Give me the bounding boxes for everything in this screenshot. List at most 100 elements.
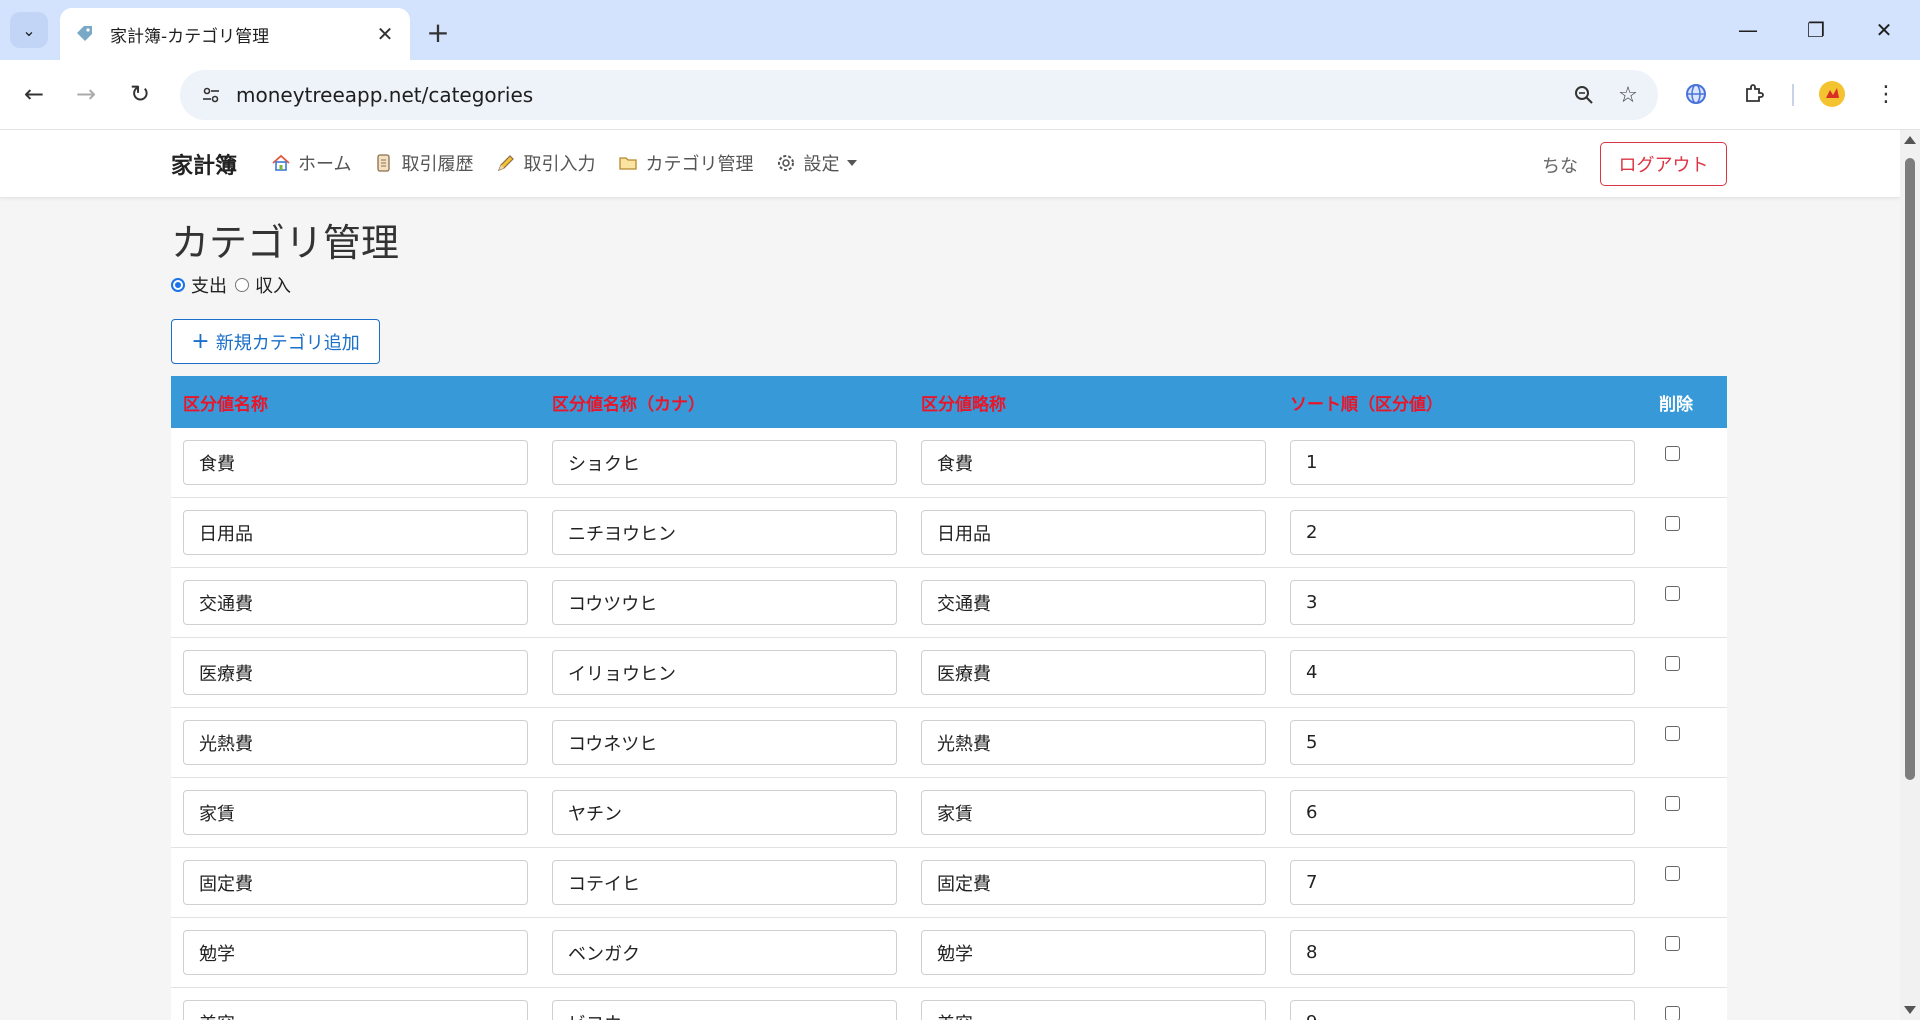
- kana-field[interactable]: ビヨウ: [552, 1000, 897, 1020]
- add-category-button[interactable]: + 新規カテゴリ追加: [171, 319, 380, 364]
- name-field[interactable]: 美容: [183, 1000, 528, 1020]
- kana-field[interactable]: コテイヒ: [552, 860, 897, 905]
- delete-checkbox[interactable]: [1665, 796, 1680, 811]
- delete-checkbox[interactable]: [1665, 726, 1680, 741]
- back-arrow-icon[interactable]: ←: [14, 74, 54, 114]
- nav-link-label: 取引履歴: [401, 154, 474, 175]
- sort-order-field[interactable]: 7: [1290, 860, 1635, 905]
- sort-order-field[interactable]: 2: [1290, 510, 1635, 555]
- scroll-up-arrow-icon[interactable]: [1904, 136, 1916, 144]
- minimize-icon[interactable]: —: [1720, 10, 1776, 50]
- sort-order-field[interactable]: 4: [1290, 650, 1635, 695]
- browser-tab[interactable]: 家計簿-カテゴリ管理 ✕: [60, 8, 410, 60]
- column-header-kana: 区分値名称（カナ）: [552, 394, 705, 415]
- nav-link-categories[interactable]: カテゴリ管理: [617, 150, 753, 176]
- profile-avatar-icon[interactable]: [1812, 74, 1852, 114]
- nav-link-entry[interactable]: 取引入力: [495, 150, 595, 176]
- short-name-field[interactable]: 家賃: [921, 790, 1266, 835]
- short-name-field[interactable]: 固定費: [921, 860, 1266, 905]
- app-navbar: 家計簿 ホーム 取引履歴 取引入力 カテゴリ管理 設定 ちな ログアウト: [0, 130, 1900, 198]
- username: ちな: [1542, 156, 1578, 177]
- sort-order-field[interactable]: 9: [1290, 1000, 1635, 1020]
- name-field[interactable]: 光熱費: [183, 720, 528, 765]
- table-cell: 美容: [909, 1000, 1278, 1020]
- table-cell: 勉学: [909, 930, 1278, 975]
- name-field[interactable]: 勉学: [183, 930, 528, 975]
- folder-icon: [617, 152, 639, 174]
- kana-field[interactable]: ヤチン: [552, 790, 897, 835]
- delete-checkbox[interactable]: [1665, 586, 1680, 601]
- name-field[interactable]: 固定費: [183, 860, 528, 905]
- radio-income-label[interactable]: 収入: [255, 272, 291, 298]
- short-name-field[interactable]: 日用品: [921, 510, 1266, 555]
- short-name-field[interactable]: 食費: [921, 440, 1266, 485]
- table-cell-delete: [1647, 510, 1727, 531]
- reload-icon[interactable]: ↻: [120, 74, 160, 114]
- page-scrollbar[interactable]: [1900, 130, 1920, 1020]
- sort-order-field[interactable]: 3: [1290, 580, 1635, 625]
- restore-icon[interactable]: ❐: [1788, 10, 1844, 50]
- table-cell: 固定費: [171, 860, 540, 905]
- name-field[interactable]: 日用品: [183, 510, 528, 555]
- delete-checkbox[interactable]: [1665, 516, 1680, 531]
- scroll-down-arrow-icon[interactable]: [1904, 1006, 1916, 1014]
- radio-expense-label[interactable]: 支出: [191, 272, 227, 298]
- address-bar[interactable]: moneytreeapp.net/categories ☆: [180, 70, 1658, 120]
- name-field[interactable]: 家賃: [183, 790, 528, 835]
- kebab-menu-icon[interactable]: ⋮: [1866, 74, 1906, 114]
- tag-favicon-icon: [74, 23, 96, 45]
- scrollbar-thumb[interactable]: [1905, 158, 1915, 780]
- table-cell: 交通費: [171, 580, 540, 625]
- table-row: 家賃 ヤチン 家賃 6: [171, 778, 1727, 848]
- kana-field[interactable]: イリョウヒン: [552, 650, 897, 695]
- radio-income[interactable]: [235, 278, 249, 292]
- zoom-icon[interactable]: [1562, 73, 1606, 117]
- scroll-icon: [373, 152, 395, 174]
- globe-extension-icon[interactable]: [1676, 74, 1716, 114]
- table-cell: 7: [1278, 860, 1647, 905]
- sort-order-field[interactable]: 5: [1290, 720, 1635, 765]
- short-name-field[interactable]: 美容: [921, 1000, 1266, 1020]
- type-radio-group: 支出 収入: [171, 272, 299, 298]
- tab-search-button[interactable]: ⌄: [10, 12, 48, 48]
- table-row: 医療費 イリョウヒン 医療費 4: [171, 638, 1727, 708]
- kana-field[interactable]: コウネツヒ: [552, 720, 897, 765]
- url-text: moneytreeapp.net/categories: [236, 83, 534, 107]
- delete-checkbox[interactable]: [1665, 446, 1680, 461]
- kana-field[interactable]: ニチヨウヒン: [552, 510, 897, 555]
- nav-link-home[interactable]: ホーム: [270, 150, 351, 176]
- kana-field[interactable]: ベンガク: [552, 930, 897, 975]
- new-tab-button[interactable]: +: [420, 14, 456, 50]
- brand-logo[interactable]: 家計簿: [171, 148, 237, 180]
- sort-order-field[interactable]: 1: [1290, 440, 1635, 485]
- delete-checkbox[interactable]: [1665, 866, 1680, 881]
- delete-checkbox[interactable]: [1665, 936, 1680, 951]
- kana-field[interactable]: コウツウヒ: [552, 580, 897, 625]
- radio-expense[interactable]: [171, 278, 185, 292]
- kana-field[interactable]: ショクヒ: [552, 440, 897, 485]
- short-name-field[interactable]: 交通費: [921, 580, 1266, 625]
- bookmark-star-icon[interactable]: ☆: [1606, 73, 1650, 117]
- logout-button[interactable]: ログアウト: [1600, 142, 1727, 186]
- name-field[interactable]: 医療費: [183, 650, 528, 695]
- table-cell: 6: [1278, 790, 1647, 835]
- short-name-field[interactable]: 勉学: [921, 930, 1266, 975]
- name-field[interactable]: 食費: [183, 440, 528, 485]
- sort-order-field[interactable]: 6: [1290, 790, 1635, 835]
- close-icon[interactable]: ✕: [374, 22, 396, 46]
- delete-checkbox[interactable]: [1665, 656, 1680, 671]
- delete-checkbox[interactable]: [1665, 1006, 1680, 1020]
- table-cell: 光熱費: [171, 720, 540, 765]
- nav-link-history[interactable]: 取引履歴: [373, 150, 473, 176]
- table-cell: 食費: [909, 440, 1278, 485]
- sort-order-field[interactable]: 8: [1290, 930, 1635, 975]
- site-info-icon[interactable]: [186, 70, 236, 120]
- short-name-field[interactable]: 光熱費: [921, 720, 1266, 765]
- short-name-field[interactable]: 医療費: [921, 650, 1266, 695]
- nav-link-settings[interactable]: 設定: [775, 150, 858, 176]
- forward-arrow-icon[interactable]: →: [66, 74, 106, 114]
- extensions-puzzle-icon[interactable]: [1734, 74, 1774, 114]
- table-cell: ヤチン: [540, 790, 909, 835]
- name-field[interactable]: 交通費: [183, 580, 528, 625]
- window-close-icon[interactable]: ✕: [1856, 10, 1912, 50]
